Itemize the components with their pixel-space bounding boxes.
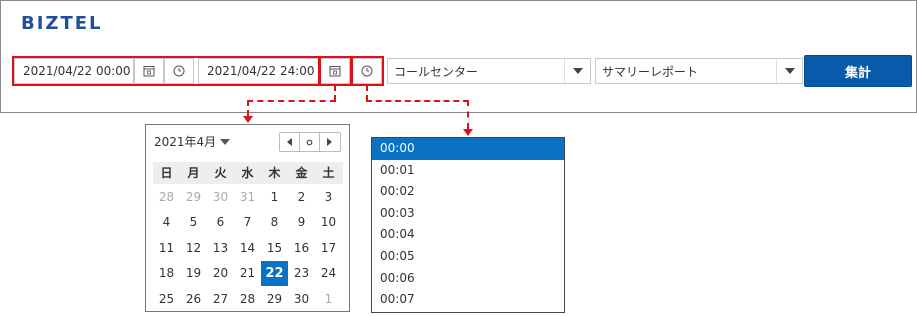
connector-line — [334, 85, 336, 101]
report-toolbar-panel: BIZTEL 2021/04/22 00:00 2021/04/22 24:00 — [0, 0, 917, 113]
calendar-day[interactable]: 30 — [207, 186, 234, 208]
calendar-day-selected[interactable]: 22 — [261, 260, 288, 286]
start-calendar-button[interactable] — [134, 58, 164, 84]
calendar-day[interactable]: 28 — [234, 288, 261, 310]
calendar-day[interactable]: 15 — [261, 237, 288, 259]
chevron-left-icon — [286, 138, 292, 146]
time-option[interactable]: 00:07 — [372, 289, 564, 311]
group-select[interactable]: コールセンター — [387, 58, 591, 84]
calendar-grid: 日月火水木金土 28 29 30 31 1 2 3 4 5 6 7 8 9 10 11 12 13 14 15 16 17… — [153, 162, 343, 312]
start-datetime-value: 2021/04/22 00:00 — [23, 64, 131, 78]
connector-line — [467, 100, 469, 129]
next-month-button[interactable] — [320, 133, 340, 151]
calendar-day[interactable]: 8 — [261, 211, 288, 233]
arrow-down-icon — [463, 129, 473, 136]
weekday-label: 月 — [187, 166, 200, 180]
clock-icon — [173, 65, 185, 77]
today-button[interactable] — [300, 133, 320, 151]
calendar-week-row: 4 5 6 7 8 9 10 — [153, 210, 343, 236]
calendar-day[interactable]: 17 — [315, 237, 342, 259]
start-time-button[interactable] — [164, 58, 194, 84]
calendar-week-row: 28 29 30 31 1 2 3 — [153, 184, 343, 210]
calendar-day[interactable]: 7 — [234, 211, 261, 233]
calendar-day[interactable]: 6 — [207, 211, 234, 233]
weekday-header-row: 日月火水木金土 — [153, 162, 343, 184]
calendar-day[interactable]: 23 — [288, 262, 315, 284]
calendar-day[interactable]: 29 — [180, 186, 207, 208]
time-option[interactable]: 00:06 — [372, 268, 564, 290]
chevron-down-icon — [564, 59, 590, 83]
calendar-week-row: 18 19 20 21 22 23 24 — [153, 260, 343, 287]
calendar-day[interactable]: 3 — [315, 186, 342, 208]
calendar-day[interactable]: 16 — [288, 237, 315, 259]
calendar-day[interactable]: 31 — [234, 186, 261, 208]
calendar-day[interactable]: 11 — [153, 237, 180, 259]
connector-line — [247, 100, 249, 116]
arrow-down-icon — [243, 116, 253, 123]
calendar-day[interactable]: 12 — [180, 237, 207, 259]
weekday-label: 水 — [241, 166, 254, 180]
circle-icon — [306, 139, 313, 145]
time-option[interactable]: 00:04 — [372, 224, 564, 246]
calendar-day[interactable]: 13 — [207, 237, 234, 259]
calendar-day[interactable]: 1 — [315, 288, 342, 310]
biztel-logo: BIZTEL — [21, 13, 103, 34]
calendar-day[interactable]: 9 — [288, 211, 315, 233]
time-option[interactable]: 00:02 — [372, 181, 564, 203]
caret-down-icon — [220, 138, 231, 145]
calendar-week-row: 25 26 27 28 29 30 1 — [153, 286, 343, 312]
connector-line — [247, 100, 336, 102]
calendar-day[interactable]: 28 — [153, 186, 180, 208]
weekday-label: 火 — [214, 166, 227, 180]
chevron-down-icon — [776, 59, 802, 83]
date-picker-popup: 2021年4月 日月火水木金土 28 29 30 31 1 2 3 4 5 6 7 8 9 10 11 12 13… — [145, 124, 350, 312]
calendar-day[interactable]: 18 — [153, 262, 180, 284]
start-datetime-input[interactable]: 2021/04/22 00:00 — [14, 58, 134, 84]
prev-month-button[interactable] — [280, 133, 300, 151]
end-datetime-input[interactable]: 2021/04/22 24:00 — [198, 58, 320, 84]
calendar-icon — [329, 66, 341, 77]
month-selector[interactable]: 2021年4月 — [154, 133, 231, 150]
calendar-day[interactable]: 26 — [180, 288, 207, 310]
connector-line — [366, 100, 469, 102]
chevron-right-icon — [327, 138, 332, 146]
calendar-day[interactable]: 25 — [153, 288, 180, 310]
calendar-day[interactable]: 24 — [315, 262, 342, 284]
clock-icon — [361, 65, 373, 77]
calendar-day[interactable]: 5 — [180, 211, 207, 233]
month-label: 2021年4月 — [154, 135, 217, 149]
end-time-button[interactable] — [352, 58, 382, 84]
weekday-label: 木 — [268, 166, 281, 180]
time-option[interactable]: 00:03 — [372, 203, 564, 225]
weekday-label: 金 — [295, 166, 308, 180]
time-option[interactable]: 00:01 — [372, 160, 564, 182]
end-datetime-value: 2021/04/22 24:00 — [207, 64, 315, 78]
calendar-day[interactable]: 29 — [261, 288, 288, 310]
calendar-icon — [143, 66, 155, 77]
weekday-label: 土 — [322, 166, 335, 180]
end-calendar-button[interactable] — [320, 58, 350, 84]
calendar-day[interactable]: 20 — [207, 262, 234, 284]
group-select-value: コールセンター — [394, 64, 479, 79]
calendar-day[interactable]: 4 — [153, 211, 180, 233]
report-select-value: サマリーレポート — [602, 64, 699, 79]
calendar-nav — [279, 132, 341, 152]
calendar-week-row: 11 12 13 14 15 16 17 — [153, 235, 343, 261]
weekday-label: 日 — [160, 166, 173, 180]
connector-line — [366, 85, 368, 101]
aggregate-button[interactable]: 集計 — [804, 55, 912, 87]
report-select[interactable]: サマリーレポート — [595, 58, 803, 84]
calendar-day[interactable]: 1 — [261, 186, 288, 208]
calendar-day[interactable]: 2 — [288, 186, 315, 208]
time-picker-list: 00:00 00:01 00:02 00:03 00:04 00:05 00:06 00:07 — [371, 137, 565, 313]
time-option-selected[interactable]: 00:00 — [372, 138, 564, 160]
time-option[interactable]: 00:05 — [372, 246, 564, 268]
calendar-day[interactable]: 10 — [315, 211, 342, 233]
calendar-day[interactable]: 30 — [288, 288, 315, 310]
calendar-day[interactable]: 21 — [234, 262, 261, 284]
calendar-day[interactable]: 19 — [180, 262, 207, 284]
calendar-day[interactable]: 27 — [207, 288, 234, 310]
calendar-day[interactable]: 14 — [234, 237, 261, 259]
